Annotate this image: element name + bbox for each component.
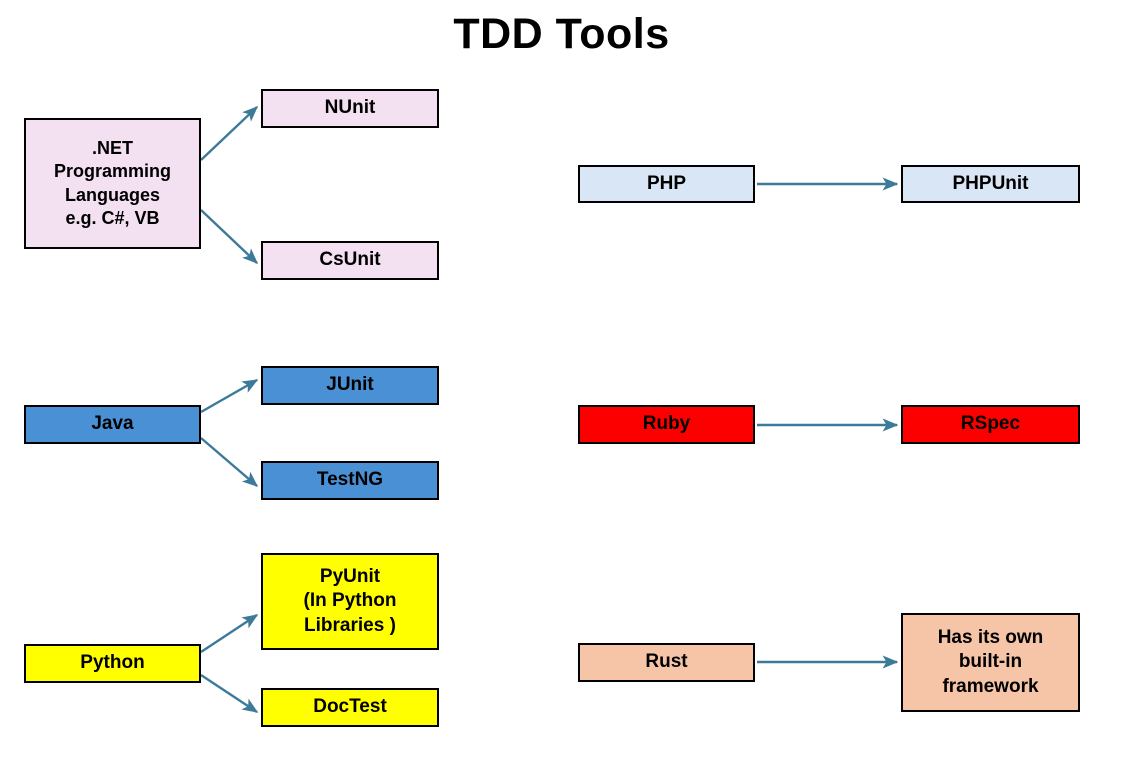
node-label-dotnet-languages: .NET Programming Languages e.g. C#, VB (53, 138, 172, 228)
node-label-phpunit: PHPUnit (952, 172, 1029, 194)
node-pyunit: PyUnit (In Python Libraries ) (261, 553, 439, 650)
node-label-rust: Rust (645, 651, 688, 673)
node-label-testng: TestNG (316, 469, 384, 491)
node-phpunit: PHPUnit (901, 165, 1080, 203)
node-label-ruby: Ruby (642, 413, 691, 435)
node-doctest: DocTest (261, 688, 439, 727)
node-dotnet-languages: .NET Programming Languages e.g. C#, VB (24, 118, 201, 249)
page-title: TDD Tools (453, 10, 670, 58)
node-csunit: CsUnit (261, 241, 439, 280)
node-ruby: Ruby (578, 405, 755, 444)
node-nunit: NUnit (261, 89, 439, 128)
node-label-php: PHP (646, 172, 687, 194)
node-label-junit: JUnit (326, 374, 374, 396)
arrow-java-to-testng (200, 437, 259, 487)
node-java: Java (24, 405, 201, 444)
arrow-dotnet-to-csunit (200, 209, 259, 264)
node-testng: TestNG (261, 461, 439, 500)
node-label-csunit: CsUnit (319, 249, 381, 271)
node-label-python: Python (80, 652, 145, 674)
arrow-dotnet-to-nunit (200, 106, 259, 161)
node-rspec: RSpec (901, 405, 1080, 444)
arrow-python-to-pyunit (200, 613, 259, 654)
node-label-rspec: RSpec (960, 413, 1021, 435)
tdd-tools-diagram: TDD Tools .NET Programming Languages e.g… (0, 0, 1123, 757)
arrow-java-to-junit (200, 378, 259, 414)
node-label-doctest: DocTest (313, 696, 387, 718)
node-python: Python (24, 644, 201, 683)
node-junit: JUnit (261, 366, 439, 405)
node-rust: Rust (578, 643, 755, 682)
node-label-java: Java (91, 413, 134, 435)
node-label-pyunit: PyUnit (In Python Libraries ) (303, 566, 397, 636)
node-rust-framework: Has its own built-in framework (901, 613, 1080, 712)
node-label-nunit: NUnit (324, 97, 376, 119)
arrow-python-to-doctest (200, 673, 259, 714)
node-php: PHP (578, 165, 755, 203)
node-label-rust-framework: Has its own built-in framework (937, 627, 1044, 697)
